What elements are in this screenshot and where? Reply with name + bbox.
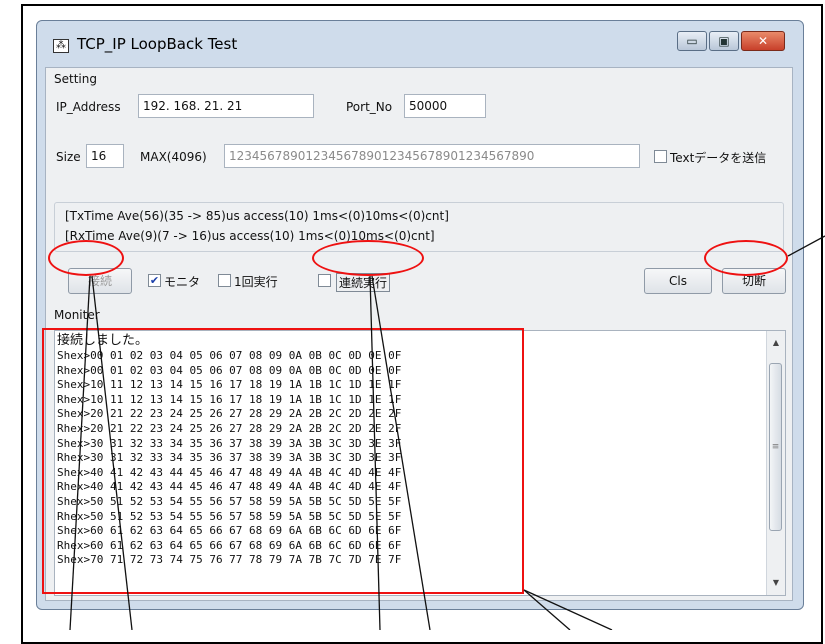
minimize-button[interactable]: ▭ bbox=[677, 31, 707, 51]
stats-group: [TxTime Ave(56)(35 -> 85)us access(10) 1… bbox=[54, 202, 784, 252]
close-button[interactable]: ✕ bbox=[741, 31, 785, 51]
ip-address-label: IP_Address bbox=[56, 100, 121, 114]
size-label: Size bbox=[56, 150, 81, 164]
annotation-ellipse-connect bbox=[48, 240, 124, 276]
text-send-label: Textデータを送信 bbox=[670, 151, 767, 165]
cls-button[interactable]: Cls bbox=[644, 268, 712, 294]
setting-group-label: Setting bbox=[54, 72, 97, 86]
monitor-checkbox[interactable]: ✔ bbox=[148, 274, 161, 287]
maximize-button[interactable]: ▣ bbox=[709, 31, 739, 51]
text-send-checkbox[interactable] bbox=[654, 150, 667, 163]
tx-time-stats: [TxTime Ave(56)(35 -> 85)us access(10) 1… bbox=[65, 209, 449, 223]
max-label: MAX(4096) bbox=[140, 150, 207, 164]
ip-address-field[interactable]: 192. 168. 21. 21 bbox=[138, 94, 314, 118]
annotation-ellipse-continuous bbox=[312, 240, 424, 276]
monitor-checkbox-label: モニタ bbox=[164, 275, 201, 289]
annotation-rect-monitor bbox=[42, 328, 524, 594]
scroll-up-icon[interactable]: ▲ bbox=[767, 335, 785, 351]
port-no-field[interactable]: 50000 bbox=[404, 94, 486, 118]
scroll-thumb[interactable]: ≡ bbox=[769, 363, 782, 531]
window-title: TCP_IP LoopBack Test bbox=[77, 35, 238, 53]
run-once-checkbox[interactable] bbox=[218, 274, 231, 287]
send-data-field[interactable]: 1234567890123456789012345678901234567890 bbox=[224, 144, 640, 168]
run-once-label: 1回実行 bbox=[234, 275, 278, 289]
monitor-group-label: Moniter bbox=[54, 308, 100, 322]
annotation-ellipse-disconnect bbox=[704, 240, 788, 276]
monitor-scrollbar[interactable]: ▲ ≡ ▼ bbox=[766, 331, 785, 595]
size-field[interactable]: 16 bbox=[86, 144, 124, 168]
app-icon: ⁂ bbox=[53, 39, 69, 53]
port-no-label: Port_No bbox=[346, 100, 393, 114]
continuous-run-checkbox[interactable] bbox=[318, 274, 331, 287]
title-bar[interactable]: ⁂ TCP_IP LoopBack Test ▭ ▣ ✕ bbox=[37, 21, 803, 67]
scroll-down-icon[interactable]: ▼ bbox=[767, 575, 785, 591]
